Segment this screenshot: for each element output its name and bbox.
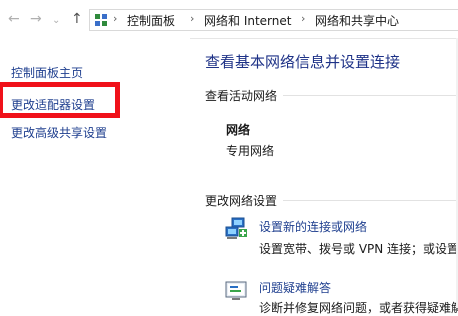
left-nav-pane: 控制面板主页 更改适配器设置 更改高级共享设置: [0, 38, 190, 308]
breadcrumb-network-internet[interactable]: 网络和 Internet: [204, 12, 291, 29]
control-panel-icon: [94, 13, 108, 30]
breadcrumb-control-panel[interactable]: 控制面板: [127, 12, 175, 29]
page-title: 查看基本网络信息并设置连接: [205, 53, 401, 71]
address-box[interactable]: › 控制面板 › 网络和 Internet › 网络和共享中心: [89, 9, 458, 31]
sidebar-item-change-advanced-sharing[interactable]: 更改高级共享设置: [11, 124, 107, 141]
recent-dropdown-icon[interactable]: ⌄: [52, 14, 60, 28]
active-networks-heading: 查看活动网络: [205, 89, 278, 103]
chevron-right-icon: ›: [113, 12, 118, 25]
network-setup-icon: [225, 217, 249, 244]
network-name: 网络: [226, 123, 251, 137]
setup-new-connection-link[interactable]: 设置新的连接或网络: [259, 218, 367, 235]
change-network-settings-heading: 更改网络设置: [205, 194, 278, 208]
address-bar: ← → ⌄ ↑ › 控制面板 › 网络和 Internet › 网络和共享中心: [0, 0, 458, 39]
chevron-right-icon: ›: [190, 12, 195, 25]
forward-arrow-icon[interactable]: →: [30, 12, 42, 26]
section-divider: [283, 95, 456, 96]
section-divider: [283, 200, 456, 201]
setup-new-connection-description: 设置宽带、拨号或 VPN 连接；或设置: [259, 242, 458, 256]
troubleshoot-icon: [225, 279, 249, 306]
up-arrow-icon[interactable]: ↑: [71, 12, 83, 26]
back-arrow-icon[interactable]: ←: [8, 12, 20, 26]
sidebar-item-control-panel-home[interactable]: 控制面板主页: [11, 64, 83, 81]
highlight-annotation: [0, 82, 120, 118]
troubleshoot-link[interactable]: 问题疑难解答: [259, 279, 331, 296]
network-type: 专用网络: [226, 144, 275, 158]
chevron-right-icon: ›: [301, 12, 306, 25]
breadcrumb-network-sharing-center[interactable]: 网络和共享中心: [315, 12, 399, 29]
